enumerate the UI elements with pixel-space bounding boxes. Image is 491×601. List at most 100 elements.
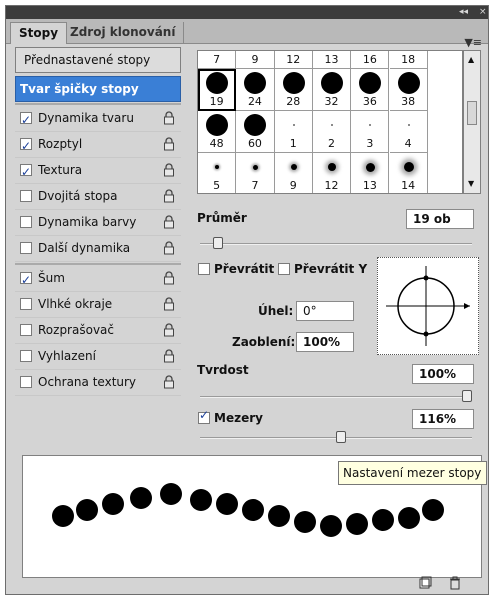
brush-tip-cell[interactable]: 36 — [351, 69, 390, 111]
setting-checkbox[interactable] — [20, 242, 32, 254]
spacing-tooltip: Nastavení mezer stopy — [338, 461, 487, 485]
lock-icon[interactable] — [163, 323, 175, 337]
spacing-field[interactable]: 116% — [412, 409, 474, 429]
setting-1[interactable]: Dynamika tvaru — [15, 106, 181, 133]
lock-icon[interactable] — [163, 137, 175, 151]
angle-roundness-widget[interactable] — [377, 257, 479, 355]
brush-tip-cell[interactable]: 32 — [312, 69, 352, 111]
brush-tip-cell[interactable]: 5 — [198, 153, 237, 193]
setting-6[interactable]: Další dynamika — [15, 236, 181, 262]
setting-checkbox[interactable] — [20, 190, 32, 202]
lock-icon[interactable] — [163, 375, 175, 389]
flip-y-checkbox[interactable] — [278, 263, 290, 275]
brush-tip-preview — [369, 124, 372, 126]
brush-tip-cell[interactable]: 38 — [389, 69, 428, 111]
setting-label: Šum — [38, 271, 65, 285]
tab-stopy[interactable]: Stopy — [10, 22, 68, 44]
brush-tip-cell[interactable]: 9 — [236, 51, 275, 69]
lock-icon[interactable] — [163, 215, 175, 229]
brush-tip-cell[interactable]: 60 — [236, 111, 275, 153]
brush-tip-cell[interactable]: 3 — [351, 111, 390, 153]
roundness-field[interactable]: 100% — [296, 332, 354, 352]
setting-checkbox[interactable] — [20, 298, 32, 310]
setting-7[interactable]: Šum — [15, 266, 181, 293]
setting-checkbox[interactable] — [20, 268, 32, 293]
brush-tip-cell[interactable]: 9 — [274, 153, 313, 193]
brush-presets-button[interactable]: Přednastavené stopy — [15, 47, 181, 73]
hardness-field[interactable]: 100% — [412, 364, 474, 384]
brush-size-label: 7 — [251, 179, 259, 192]
setting-label: Textura — [38, 163, 83, 177]
setting-5[interactable]: Dynamika barvy — [15, 210, 181, 236]
hardness-slider-track[interactable] — [200, 396, 472, 398]
setting-checkbox[interactable] — [20, 160, 32, 185]
stroke-dot — [190, 489, 212, 511]
brush-tip-grid[interactable]: 7 9 12 13 16 18 19 24 28 32 36 38 48 60 1 2 3 4 5 7 9 12 13 14 — [197, 50, 463, 194]
lock-icon[interactable] — [163, 297, 175, 311]
scroll-thumb[interactable] — [467, 101, 477, 125]
flip-x-checkbox[interactable] — [198, 263, 210, 275]
brush-tip-preview — [244, 72, 267, 94]
setting-checkbox[interactable] — [20, 134, 32, 159]
diameter-slider-track[interactable] — [200, 243, 472, 245]
setting-4[interactable]: Dvojitá stopa — [15, 184, 181, 210]
brush-size-label: 12 — [324, 179, 339, 192]
brush-tip-cell[interactable]: 7 — [236, 153, 275, 193]
lock-icon[interactable] — [163, 189, 175, 203]
hardness-slider-thumb[interactable] — [462, 390, 472, 402]
brush-tip-cell[interactable]: 14 — [389, 153, 428, 193]
brush-tip-cell[interactable]: 4 — [389, 111, 428, 153]
setting-8[interactable]: Vlhké okraje — [15, 292, 181, 318]
brush-tip-cell[interactable]: 18 — [389, 51, 428, 69]
brush-tip-cell[interactable]: 19 — [198, 69, 237, 111]
setting-checkbox[interactable] — [20, 324, 32, 336]
lock-icon[interactable] — [163, 163, 175, 177]
lock-icon[interactable] — [163, 241, 175, 255]
brush-tip-cell[interactable]: 2 — [312, 111, 352, 153]
setting-checkbox[interactable] — [20, 376, 32, 388]
lock-icon[interactable] — [163, 349, 175, 363]
brush-size-label: 28 — [286, 95, 301, 108]
diameter-field[interactable]: 19 ob — [406, 209, 474, 229]
brush-tip-cell[interactable]: 12 — [274, 51, 313, 69]
brush-tip-cell[interactable]: 48 — [198, 111, 237, 153]
brush-size-label: 36 — [362, 95, 377, 108]
brush-tip-cell[interactable]: 28 — [274, 69, 313, 111]
brush-grid-scrollbar[interactable]: ▲ ▼ — [463, 50, 481, 194]
spacing-slider-thumb[interactable] — [336, 431, 347, 443]
angle-label: Úhel: — [258, 304, 294, 318]
setting-0[interactable]: Tvar špičky stopy — [15, 76, 181, 102]
brush-size-label: 18 — [401, 53, 416, 66]
setting-3[interactable]: Textura — [15, 158, 181, 185]
brush-tip-cell[interactable]: 12 — [312, 153, 352, 193]
setting-checkbox[interactable] — [20, 108, 32, 133]
brush-size-label: 9 — [289, 179, 297, 192]
lock-icon[interactable] — [163, 271, 175, 285]
tab-zdroj-klonovani[interactable]: Zdroj klonování — [62, 22, 185, 44]
brush-size-label: 3 — [366, 137, 374, 150]
setting-2[interactable]: Rozptyl — [15, 132, 181, 159]
stroke-dot — [398, 507, 420, 529]
brush-tip-cell[interactable]: 7 — [198, 51, 237, 69]
brush-tip-cell[interactable]: 1 — [274, 111, 313, 153]
spacing-checkbox[interactable] — [198, 408, 210, 424]
setting-checkbox[interactable] — [20, 216, 32, 228]
scroll-down-icon[interactable]: ▼ — [468, 179, 474, 188]
trash-icon[interactable] — [448, 576, 462, 590]
angle-field[interactable]: 0° — [296, 301, 354, 321]
setting-11[interactable]: Ochrana textury — [15, 370, 181, 396]
setting-checkbox[interactable] — [20, 350, 32, 362]
new-preset-icon[interactable] — [418, 576, 432, 590]
brush-tip-cell[interactable]: 13 — [312, 51, 352, 69]
brush-tip-cell[interactable]: 13 — [351, 153, 390, 193]
setting-9[interactable]: Rozprašovač — [15, 318, 181, 344]
brush-tip-cell[interactable]: 24 — [236, 69, 275, 111]
setting-10[interactable]: Vyhlazení — [15, 344, 181, 370]
collapse-icon[interactable]: ◂◂ — [459, 6, 468, 19]
lock-icon[interactable] — [163, 111, 175, 125]
scroll-up-icon[interactable]: ▲ — [468, 55, 474, 64]
brush-tip-cell[interactable]: 16 — [351, 51, 390, 69]
close-icon[interactable]: × — [479, 6, 487, 19]
diameter-slider-thumb[interactable] — [213, 237, 224, 249]
panel-menu-icon[interactable]: ▼≡ — [464, 36, 482, 49]
